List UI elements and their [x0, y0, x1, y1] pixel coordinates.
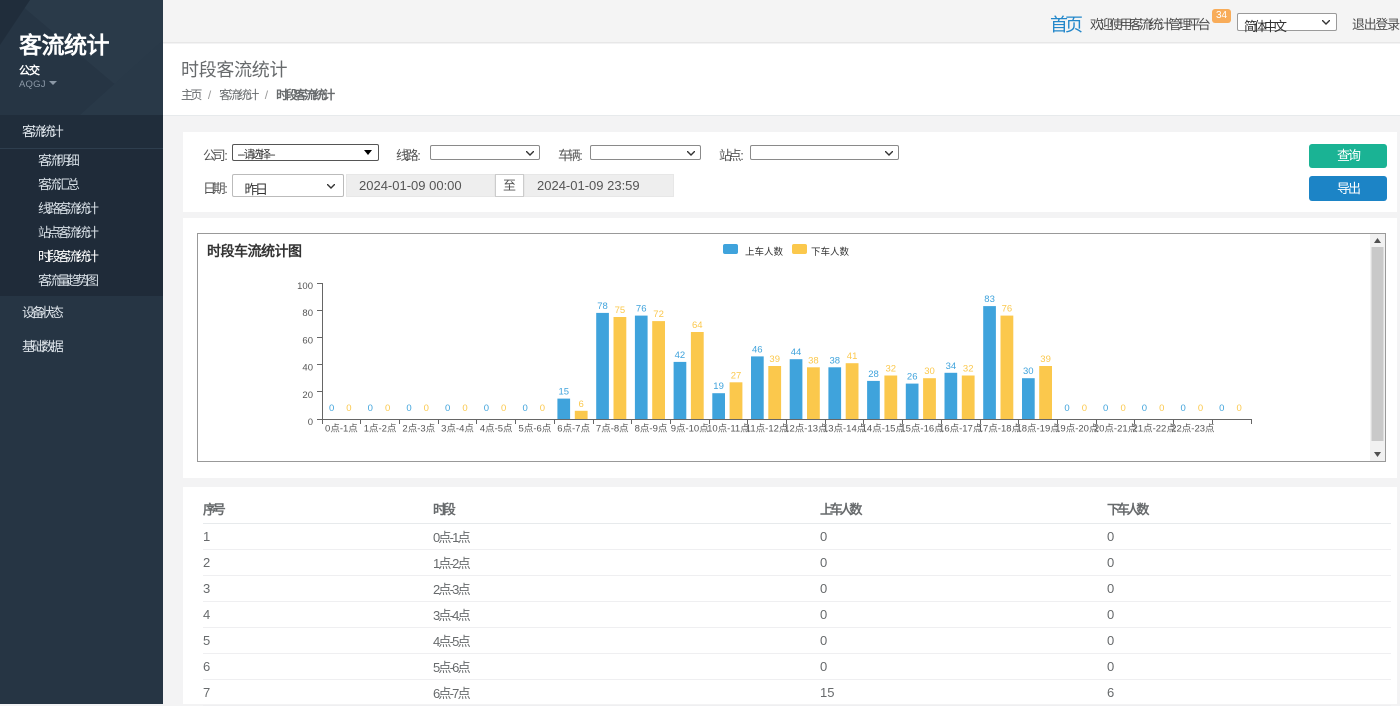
svg-text:0: 0 — [1142, 403, 1147, 414]
svg-text:44: 44 — [791, 347, 802, 358]
svg-text:39: 39 — [769, 354, 780, 365]
svg-text:0: 0 — [522, 403, 527, 414]
svg-text:5点-6点: 5点-6点 — [519, 424, 552, 435]
svg-text:8点-9点: 8点-9点 — [635, 424, 668, 435]
svg-text:0: 0 — [1120, 403, 1125, 414]
svg-text:16点-17点: 16点-17点 — [939, 424, 983, 435]
svg-text:13点-14点: 13点-14点 — [823, 424, 867, 435]
svg-text:41: 41 — [847, 351, 858, 362]
svg-text:1点-2点: 1点-2点 — [364, 424, 397, 435]
svg-text:30: 30 — [1023, 366, 1034, 377]
svg-text:0: 0 — [424, 403, 429, 414]
svg-text:0: 0 — [329, 403, 334, 414]
svg-text:11点-12点: 11点-12点 — [746, 424, 789, 435]
svg-text:32: 32 — [963, 364, 974, 375]
svg-text:0: 0 — [540, 403, 545, 414]
svg-text:46: 46 — [752, 344, 763, 355]
svg-text:38: 38 — [808, 355, 819, 366]
svg-text:76: 76 — [636, 304, 647, 315]
svg-text:0: 0 — [308, 417, 313, 428]
svg-text:10点-11点: 10点-11点 — [707, 424, 750, 435]
svg-text:2点-3点: 2点-3点 — [402, 424, 435, 435]
svg-text:19点-20点: 19点-20点 — [1055, 424, 1099, 435]
svg-text:26: 26 — [907, 372, 918, 383]
svg-text:9点-10点: 9点-10点 — [671, 424, 710, 435]
svg-text:4点-5点: 4点-5点 — [480, 424, 513, 435]
svg-text:20点-21点: 20点-21点 — [1094, 424, 1138, 435]
svg-text:0: 0 — [1103, 403, 1108, 414]
svg-text:0: 0 — [346, 403, 351, 414]
svg-text:83: 83 — [984, 294, 995, 305]
svg-text:0: 0 — [484, 403, 489, 414]
svg-text:0: 0 — [385, 403, 390, 414]
svg-text:15: 15 — [559, 387, 570, 398]
svg-text:7点-8点: 7点-8点 — [596, 424, 629, 435]
svg-text:6: 6 — [578, 399, 583, 410]
svg-text:30: 30 — [924, 366, 935, 377]
svg-text:15点-16点: 15点-16点 — [900, 424, 944, 435]
svg-text:42: 42 — [675, 350, 686, 361]
svg-text:0点-1点: 0点-1点 — [325, 424, 358, 435]
svg-text:100: 100 — [297, 281, 313, 292]
svg-text:64: 64 — [692, 320, 703, 331]
svg-text:75: 75 — [615, 305, 626, 316]
svg-text:40: 40 — [302, 363, 313, 374]
svg-text:72: 72 — [653, 309, 664, 320]
svg-text:0: 0 — [1237, 403, 1242, 414]
svg-text:3点-4点: 3点-4点 — [441, 424, 474, 435]
svg-text:0: 0 — [1219, 403, 1224, 414]
svg-text:22点-23点: 22点-23点 — [1171, 424, 1215, 435]
svg-text:14点-15点: 14点-15点 — [862, 424, 906, 435]
svg-text:0: 0 — [445, 403, 450, 414]
svg-text:38: 38 — [830, 355, 841, 366]
svg-text:39: 39 — [1040, 354, 1051, 365]
svg-text:0: 0 — [1198, 403, 1203, 414]
svg-text:18点-19点: 18点-19点 — [1016, 424, 1060, 435]
svg-text:0: 0 — [1159, 403, 1164, 414]
svg-text:0: 0 — [368, 403, 373, 414]
svg-text:0: 0 — [462, 403, 467, 414]
svg-text:34: 34 — [946, 361, 957, 372]
svg-text:80: 80 — [302, 308, 313, 319]
svg-text:21点-22点: 21点-22点 — [1133, 424, 1177, 435]
svg-text:28: 28 — [868, 369, 879, 380]
svg-text:0: 0 — [1082, 403, 1087, 414]
svg-text:6点-7点: 6点-7点 — [557, 424, 590, 435]
svg-text:76: 76 — [1002, 304, 1013, 315]
svg-text:20: 20 — [302, 390, 313, 401]
svg-text:27: 27 — [731, 370, 742, 381]
svg-text:0: 0 — [1180, 403, 1185, 414]
svg-text:0: 0 — [1064, 403, 1069, 414]
svg-text:60: 60 — [302, 335, 313, 346]
svg-text:0: 0 — [501, 403, 506, 414]
svg-text:17点-18点: 17点-18点 — [978, 424, 1022, 435]
svg-text:19: 19 — [713, 381, 724, 392]
svg-text:32: 32 — [886, 364, 897, 375]
svg-text:0: 0 — [406, 403, 411, 414]
svg-text:78: 78 — [597, 301, 608, 312]
svg-text:12点-13点: 12点-13点 — [784, 424, 828, 435]
